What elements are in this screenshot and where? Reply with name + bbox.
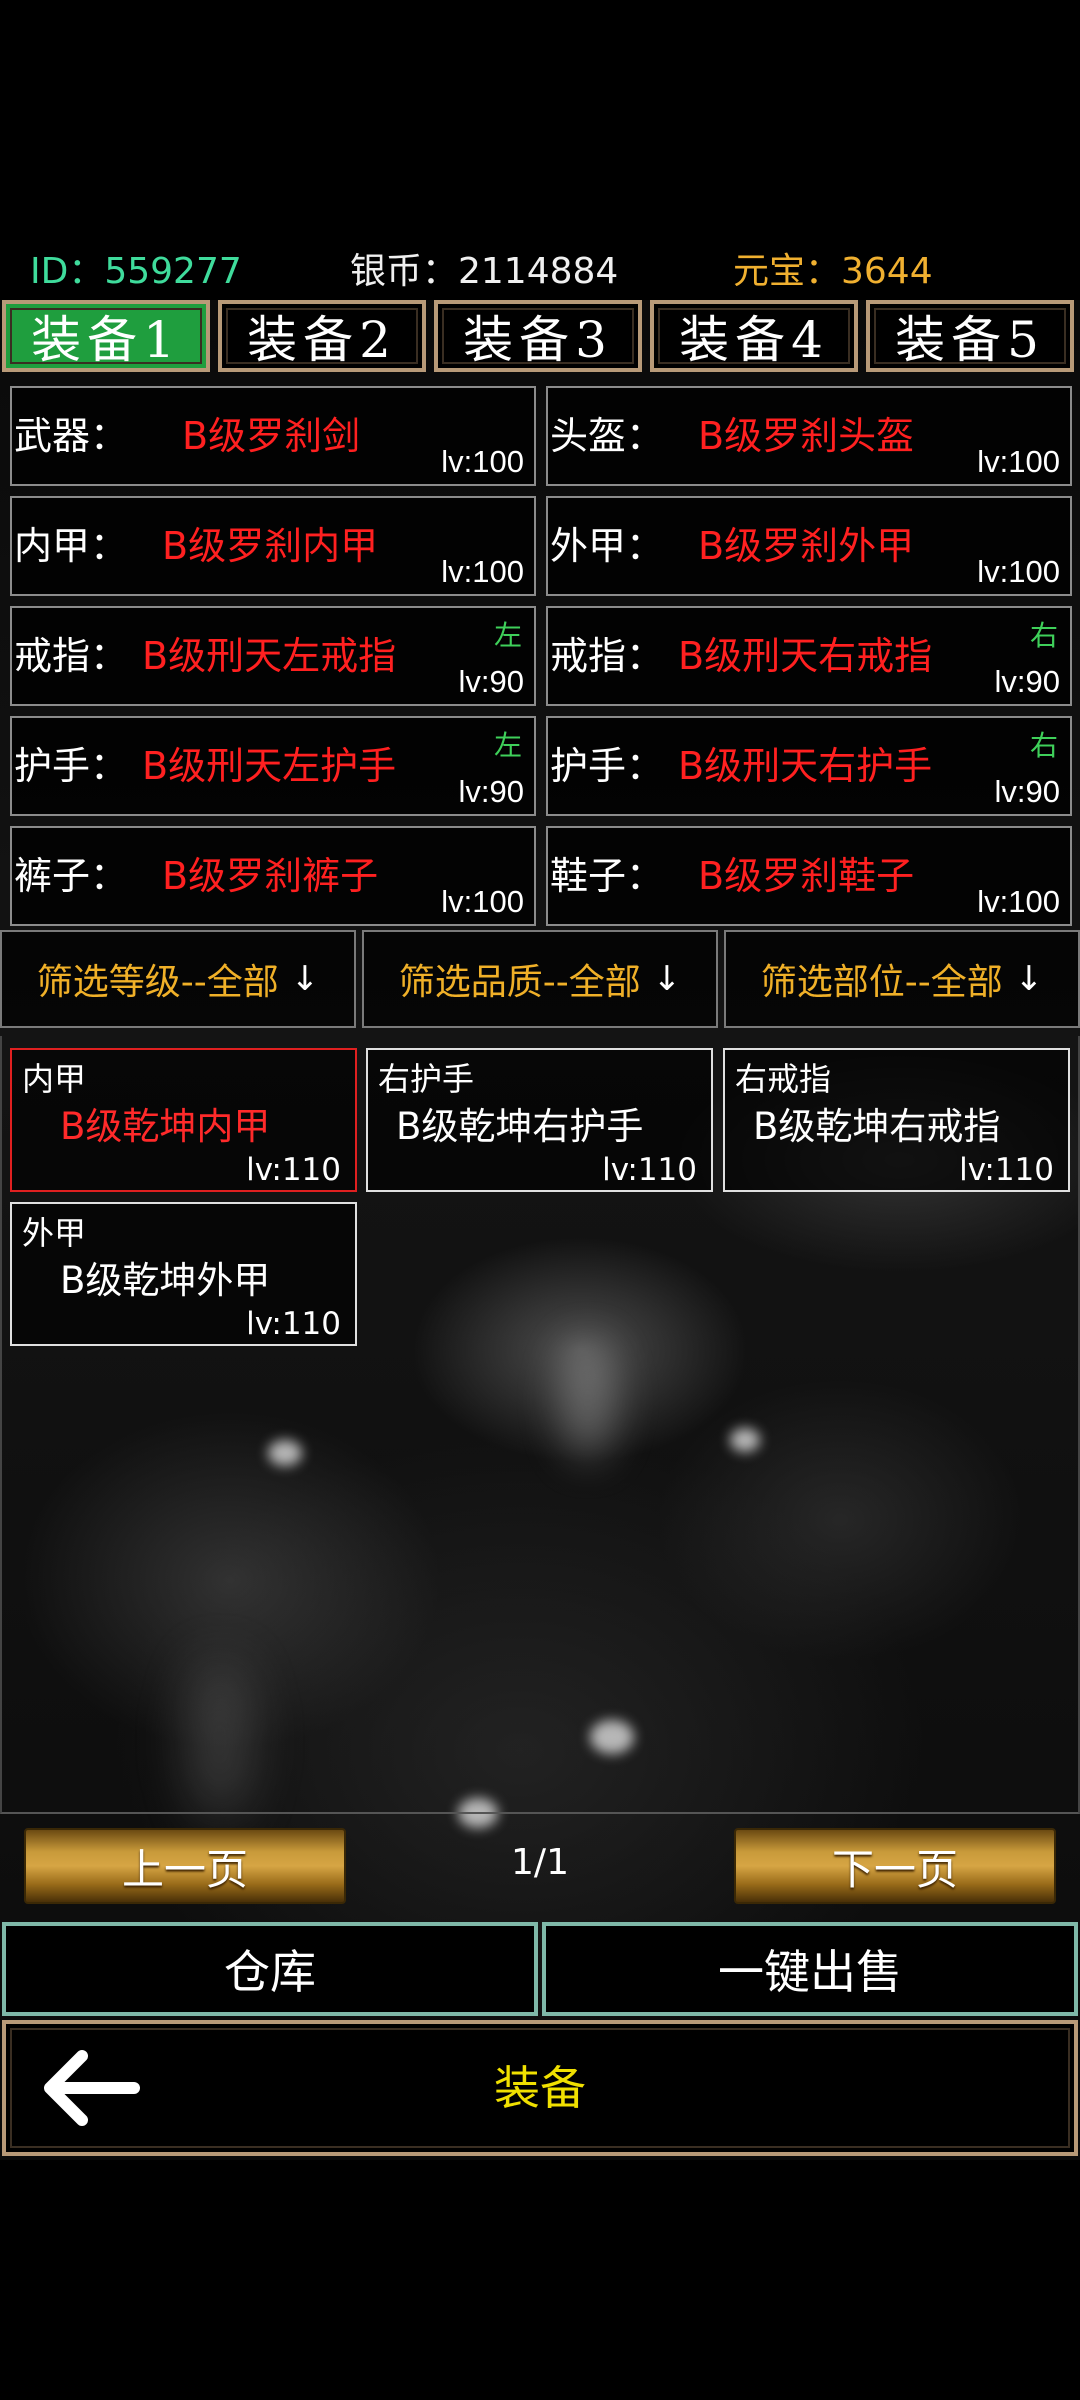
arrow-left-icon — [44, 2050, 140, 2126]
inventory-item-name: B级乾坤内甲 — [60, 1105, 271, 1148]
slot-level: lv:100 — [441, 444, 524, 479]
slot-label: 武器： — [14, 414, 129, 458]
prev-page-label: 上一页 — [121, 1844, 248, 1894]
slot-item-name: B级刑天左护手 — [142, 744, 397, 788]
inventory-item-type: 右戒指 — [735, 1060, 832, 1098]
slot-item-name: B级刑天左戒指 — [142, 634, 397, 678]
slot-level: lv:90 — [458, 774, 524, 809]
inventory-item[interactable]: 右护手 B级乾坤右护手 lv:110 — [366, 1048, 713, 1192]
tab-label: 装备2 — [247, 311, 397, 369]
inventory-item-name: B级乾坤右护手 — [396, 1105, 644, 1148]
next-page-button[interactable]: 下一页 — [734, 1828, 1056, 1904]
page-indicator: 1/1 — [511, 1842, 569, 1883]
slot-outer-armor[interactable]: 外甲： B级罗刹外甲 lv:100 — [546, 496, 1072, 596]
prev-page-button[interactable]: 上一页 — [24, 1828, 346, 1904]
slot-gauntlet-left[interactable]: 护手： B级刑天左护手 左 lv:90 — [10, 716, 536, 816]
inventory-item[interactable]: 右戒指 B级乾坤右戒指 lv:110 — [723, 1048, 1070, 1192]
gold-ingots: 元宝：3644 — [733, 251, 933, 292]
slot-item-name: B级刑天右护手 — [678, 744, 933, 788]
slot-label: 外甲： — [550, 524, 665, 568]
equipment-tabs: 装备1 装备2 装备3 装备4 装备5 — [0, 300, 1080, 376]
slot-level: lv:90 — [458, 664, 524, 699]
sell-all-button[interactable]: 一键出售 — [542, 1922, 1078, 2016]
slot-gauntlet-right[interactable]: 护手： B级刑天右护手 右 lv:90 — [546, 716, 1072, 816]
silver-coins: 银币：2114884 — [350, 251, 619, 292]
slot-label: 头盔： — [550, 414, 665, 458]
arrow-down-icon: ↓ — [1014, 959, 1044, 999]
arrow-down-icon: ↓ — [290, 959, 320, 999]
inventory-item-level: lv:110 — [959, 1152, 1054, 1188]
warehouse-label: 仓库 — [224, 1945, 316, 1999]
slot-shoes[interactable]: 鞋子： B级罗刹鞋子 lv:100 — [546, 826, 1072, 926]
inventory-item-level: lv:110 — [602, 1152, 697, 1188]
slot-label: 裤子： — [14, 854, 129, 898]
sell-all-label: 一键出售 — [718, 1945, 902, 1999]
slot-side-tag: 右 — [1029, 619, 1058, 652]
slot-helmet[interactable]: 头盔： B级罗刹头盔 lv:100 — [546, 386, 1072, 486]
slot-level: lv:90 — [994, 774, 1060, 809]
tab-label: 装备3 — [463, 311, 613, 369]
page-title: 装备 — [494, 2061, 586, 2115]
tab-equipment-2[interactable]: 装备2 — [218, 300, 426, 372]
inventory-item[interactable]: 外甲 B级乾坤外甲 lv:110 — [10, 1202, 357, 1346]
slot-side-tag: 左 — [493, 619, 522, 652]
next-page-label: 下一页 — [831, 1844, 958, 1894]
arrow-down-icon: ↓ — [652, 959, 682, 999]
slot-level: lv:100 — [977, 884, 1060, 919]
slot-item-name: B级罗刹鞋子 — [698, 854, 915, 898]
bottom-nav-bar: 装备 — [2, 2020, 1078, 2156]
tab-label: 装备5 — [895, 311, 1045, 369]
tab-label: 装备4 — [679, 311, 829, 369]
slot-side-tag: 右 — [1029, 729, 1058, 762]
slot-ring-right[interactable]: 戒指： B级刑天右戒指 右 lv:90 — [546, 606, 1072, 706]
currency-bar: ID：559277 银币：2114884 元宝：3644 — [0, 248, 1080, 296]
inventory-item-name: B级乾坤外甲 — [60, 1259, 271, 1302]
tab-equipment-3[interactable]: 装备3 — [434, 300, 642, 372]
slot-ring-left[interactable]: 戒指： B级刑天左戒指 左 lv:90 — [10, 606, 536, 706]
inventory-item-level: lv:110 — [246, 1306, 341, 1342]
slot-level: lv:100 — [977, 444, 1060, 479]
slot-label: 鞋子： — [550, 854, 665, 898]
tab-equipment-1[interactable]: 装备1 — [2, 300, 210, 372]
slot-item-name: B级罗刹内甲 — [162, 524, 379, 568]
tab-equipment-5[interactable]: 装备5 — [866, 300, 1074, 372]
slot-item-name: B级刑天右戒指 — [678, 634, 933, 678]
player-id: ID：559277 — [30, 251, 242, 292]
slot-label: 护手： — [550, 744, 665, 788]
slot-item-name: B级罗刹头盔 — [698, 414, 915, 458]
filter-level-dropdown[interactable]: 筛选等级--全部 ↓ — [0, 930, 356, 1028]
slot-item-name: B级罗刹剑 — [182, 414, 361, 458]
filter-label: 筛选等级--全部 — [36, 962, 279, 1003]
filter-quality-dropdown[interactable]: 筛选品质--全部 ↓ — [362, 930, 718, 1028]
inventory-item-name: B级乾坤右戒指 — [753, 1105, 1001, 1148]
slot-level: lv:90 — [994, 664, 1060, 699]
slot-weapon[interactable]: 武器： B级罗刹剑 lv:100 — [10, 386, 536, 486]
inventory-item-type: 右护手 — [378, 1060, 475, 1098]
inventory-item-type: 外甲 — [22, 1214, 87, 1252]
slot-pants[interactable]: 裤子： B级罗刹裤子 lv:100 — [10, 826, 536, 926]
filter-label: 筛选品质--全部 — [398, 962, 641, 1003]
slot-level: lv:100 — [441, 884, 524, 919]
slot-side-tag: 左 — [493, 729, 522, 762]
filter-label: 筛选部位--全部 — [760, 962, 1003, 1003]
slot-label: 内甲： — [14, 524, 129, 568]
back-button[interactable] — [42, 2048, 142, 2128]
inventory-item[interactable]: 内甲 B级乾坤内甲 lv:110 — [10, 1048, 357, 1192]
slot-label: 戒指： — [550, 634, 665, 678]
slot-inner-armor[interactable]: 内甲： B级罗刹内甲 lv:100 — [10, 496, 536, 596]
slot-level: lv:100 — [977, 554, 1060, 589]
tab-label: 装备1 — [31, 311, 181, 369]
filter-slot-dropdown[interactable]: 筛选部位--全部 ↓ — [724, 930, 1080, 1028]
inventory-item-level: lv:110 — [246, 1152, 341, 1188]
slot-level: lv:100 — [441, 554, 524, 589]
slot-label: 护手： — [14, 744, 129, 788]
slot-item-name: B级罗刹裤子 — [162, 854, 379, 898]
tab-equipment-4[interactable]: 装备4 — [650, 300, 858, 372]
slot-label: 戒指： — [14, 634, 129, 678]
warehouse-button[interactable]: 仓库 — [2, 1922, 538, 2016]
slot-item-name: B级罗刹外甲 — [698, 524, 915, 568]
inventory-item-type: 内甲 — [22, 1060, 87, 1098]
